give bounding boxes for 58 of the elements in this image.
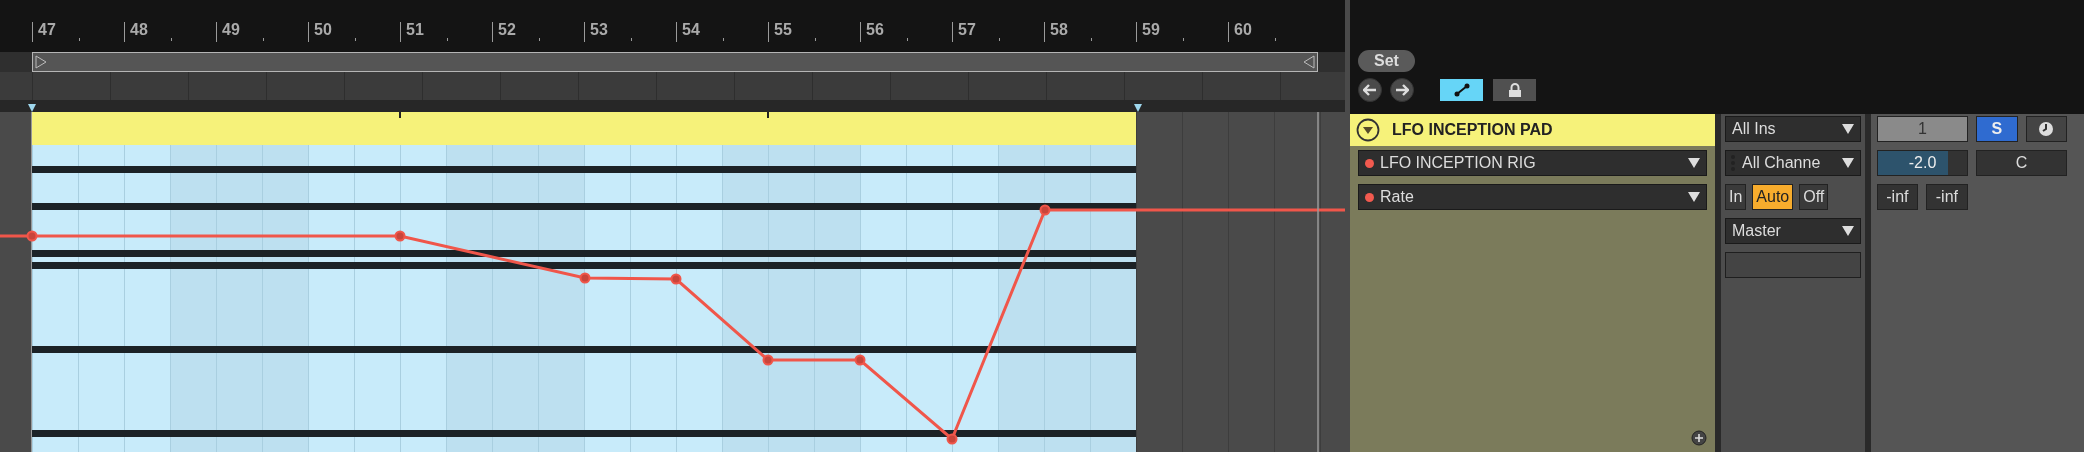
volume-field[interactable]: -2.0 [1877, 150, 1968, 176]
bar-number: 50 [314, 22, 332, 38]
bar-number: 58 [1050, 22, 1068, 38]
automation-mode-button[interactable] [1440, 79, 1483, 101]
bar-number: 59 [1142, 22, 1160, 38]
loop-start-icon [35, 55, 47, 69]
bar-number: 54 [682, 22, 700, 38]
add-icon[interactable] [1691, 430, 1707, 446]
bar-number: 47 [38, 22, 56, 38]
monitor-button[interactable]: In [1725, 184, 1747, 210]
input-channel-chooser[interactable]: All Channe [1725, 150, 1861, 176]
lock-button[interactable] [1493, 79, 1536, 101]
caret-icon [1688, 192, 1700, 202]
set-button[interactable]: Set [1358, 50, 1415, 72]
dot-icon [1365, 158, 1374, 168]
clock-button[interactable] [2025, 116, 2067, 142]
monitor-button[interactable]: Off [1799, 184, 1829, 210]
caret-icon [1842, 158, 1854, 168]
bar-number: 60 [1234, 22, 1252, 38]
loop-end-icon [1303, 55, 1315, 69]
lock-icon [1506, 83, 1523, 97]
clock-icon [2038, 121, 2055, 137]
bar-number: 57 [958, 22, 976, 38]
arrow-right-icon [1395, 84, 1409, 96]
arrow-left-icon [1363, 84, 1377, 96]
automation-envelope[interactable] [0, 204, 1345, 445]
bar-number: 52 [498, 22, 516, 38]
midi-clip[interactable] [32, 145, 1136, 452]
dot-icon [1365, 192, 1374, 202]
output-channel-field[interactable] [1725, 252, 1861, 278]
bar-number: 48 [130, 22, 148, 38]
input-type-chooser[interactable]: All Ins [1725, 116, 1861, 142]
bar-number: 49 [222, 22, 240, 38]
peak-meter-value: -inf [1877, 184, 1918, 210]
peak-meter-value: -inf [1925, 184, 1968, 210]
bar-number: 55 [774, 22, 792, 38]
bar-number: 56 [866, 22, 884, 38]
back-button[interactable] [1358, 78, 1382, 102]
parameter-chooser[interactable]: Rate [1358, 184, 1707, 210]
bar-number: 51 [406, 22, 424, 38]
caret-icon [1842, 124, 1854, 134]
output-chooser[interactable]: Master [1725, 218, 1861, 244]
track-title-bar[interactable]: LFO INCEPTION PAD [1350, 114, 1715, 146]
loop-brace[interactable] [32, 52, 1318, 72]
clip-header[interactable] [32, 112, 1136, 145]
clip-end-marker-icon[interactable] [1134, 104, 1142, 112]
envelope-icon [1453, 83, 1470, 97]
monitor-button[interactable]: Auto [1752, 184, 1794, 210]
caret-icon [1842, 226, 1854, 236]
caret-icon [1688, 158, 1700, 168]
pan-field[interactable]: C [1976, 150, 2067, 176]
fold-down-icon[interactable] [1356, 118, 1380, 142]
track-activator[interactable]: 1 [1877, 116, 1968, 142]
forward-button[interactable] [1390, 78, 1414, 102]
device-chooser[interactable]: LFO INCEPTION RIG [1358, 150, 1707, 176]
bar-number: 53 [590, 22, 608, 38]
track-name: LFO INCEPTION PAD [1392, 121, 1553, 139]
solo-button[interactable]: S [1976, 116, 2018, 142]
